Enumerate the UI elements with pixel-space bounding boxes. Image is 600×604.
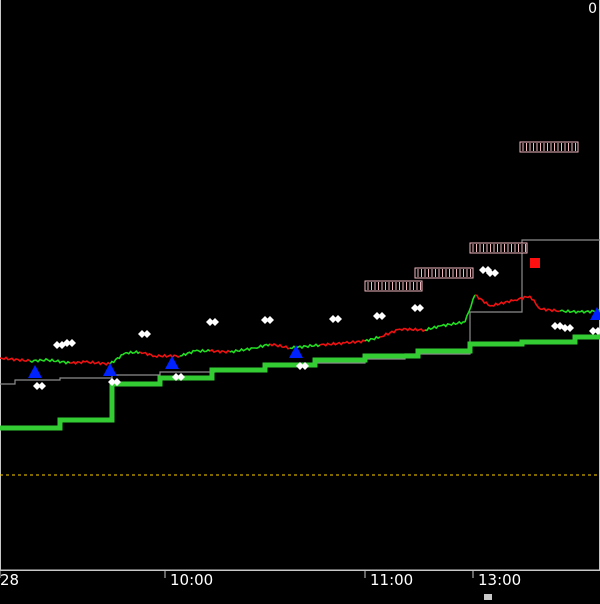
price-segment	[0, 356, 31, 363]
white-dot-marker	[491, 269, 499, 277]
price-segment	[254, 343, 271, 350]
x-tick-label: 13:00	[478, 571, 521, 589]
price-segment	[424, 325, 440, 332]
white-dot-marker	[266, 316, 274, 324]
white-dot-marker	[68, 339, 76, 347]
price-segment	[47, 358, 71, 365]
price-segment	[29, 357, 49, 363]
scroll-indicator	[484, 594, 492, 600]
sell-signal-box	[414, 267, 474, 279]
price-segment	[154, 353, 181, 359]
white-dot-marker	[143, 330, 151, 338]
price-segment	[344, 339, 366, 345]
price-segment	[439, 320, 466, 328]
price-segment	[559, 309, 581, 314]
sell-signal-box	[519, 141, 579, 153]
corner-label: 0	[588, 1, 597, 17]
price-segment	[529, 295, 541, 310]
trading-chart: 0 28 10:00 11:00 13:00	[0, 0, 600, 600]
x-tick-label: 28	[0, 571, 19, 589]
white-dot-marker	[594, 327, 600, 335]
price-segment	[69, 359, 86, 365]
white-dot-marker	[38, 382, 46, 390]
price-segment	[379, 328, 401, 338]
buy-triangle-marker	[590, 307, 600, 320]
price-segment	[319, 341, 346, 347]
buy-triangle-marker	[165, 356, 179, 369]
price-segment	[489, 298, 516, 307]
price-segment	[269, 343, 291, 350]
x-tick-label: 11:00	[370, 571, 413, 589]
white-dot-marker	[416, 304, 424, 312]
red-square-marker	[530, 258, 540, 268]
price-segment	[84, 360, 111, 366]
white-dot-marker	[566, 324, 574, 332]
buy-triangle-marker	[103, 363, 117, 376]
price-segment	[539, 307, 561, 313]
price-segment	[209, 348, 231, 354]
plot-frame	[0, 0, 600, 571]
price-segment	[229, 347, 255, 354]
price-segment	[124, 349, 141, 355]
price-segment	[399, 327, 426, 333]
buy-triangle-marker	[28, 365, 42, 378]
white-dot-marker	[211, 318, 219, 326]
price-segment	[139, 351, 156, 358]
price-segment	[364, 335, 381, 343]
white-dot-marker	[378, 312, 386, 320]
price-segment	[194, 348, 211, 354]
x-tick-label: 10:00	[170, 571, 213, 589]
price-segment	[109, 352, 126, 365]
green-step-line	[0, 334, 600, 431]
price-segment	[179, 349, 196, 357]
price-segment	[289, 343, 321, 350]
chart-container: 0 28 10:00 11:00 13:00	[0, 0, 600, 600]
price-segment	[474, 294, 491, 307]
white-dot-marker	[334, 315, 342, 323]
